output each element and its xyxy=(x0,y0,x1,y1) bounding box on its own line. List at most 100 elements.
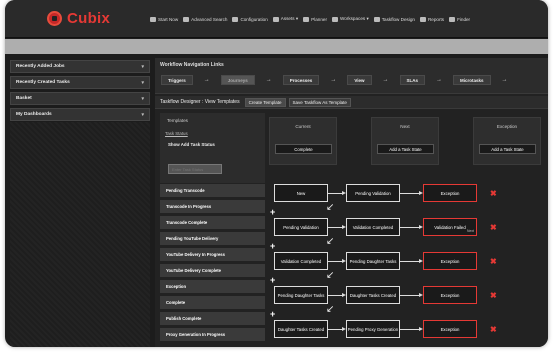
step-view[interactable]: View xyxy=(347,75,372,85)
workflow-links-title: Workflow Navigation Links xyxy=(160,62,224,68)
nav-finder[interactable]: Finder xyxy=(449,16,470,22)
list-item[interactable]: Exception xyxy=(160,280,265,295)
list-item[interactable]: Complete xyxy=(160,296,265,311)
flow-node-next[interactable]: Pending Validation xyxy=(346,184,400,202)
list-item[interactable]: Proxy Generation In Progress xyxy=(160,328,265,343)
list-item[interactable]: Pending Transcode xyxy=(160,184,265,199)
cubix-logo-icon xyxy=(47,11,62,26)
nav-advanced-search[interactable]: Advanced Search xyxy=(183,16,227,22)
arrow-right-icon: → xyxy=(265,77,272,83)
flow-node-exception[interactable]: Validation Failed Next xyxy=(423,218,477,236)
flow-canvas: New Pending Validation Exception ✖ + ↙ P… xyxy=(270,184,548,347)
flow-node-exception[interactable]: Exception xyxy=(423,184,477,202)
main-nav: Start Now Advanced Search Configuration … xyxy=(150,16,470,22)
delete-icon[interactable]: ✖ xyxy=(490,292,497,300)
flow-node-current[interactable]: Daughter Tasks Created xyxy=(274,320,328,338)
chevron-down-icon: ▾ xyxy=(141,95,144,102)
panel-my-dashboards[interactable]: My Dashboards ▾ xyxy=(10,108,150,121)
list-item[interactable]: Publish Complete xyxy=(160,312,265,327)
current-header: Current xyxy=(295,124,311,129)
diagonal-arrow-icon: ↙ xyxy=(326,236,335,247)
flow-node-current[interactable]: Pending Daughter Tasks xyxy=(274,286,328,304)
show-add-task-status[interactable]: Show Add Task Status xyxy=(160,136,265,147)
nav-taskflow-design[interactable]: Taskflow Design xyxy=(373,16,415,22)
finder-icon xyxy=(449,16,456,22)
arrow-right-icon: → xyxy=(436,77,443,83)
exception-header: Exception xyxy=(496,124,518,129)
add-row-icon[interactable]: + xyxy=(270,310,275,319)
templates-heading: Templates xyxy=(167,118,188,123)
current-column: Current Complete xyxy=(269,117,337,165)
add-next-state-button[interactable]: Add a Task State xyxy=(377,144,434,154)
left-sidebar: Recently Added Jobs ▾ Recently Created Ta… xyxy=(10,60,150,124)
dashboard-icon xyxy=(150,16,156,22)
delete-icon[interactable]: ✖ xyxy=(490,258,497,266)
nav-start-now[interactable]: Start Now xyxy=(150,16,178,22)
nav-configuration[interactable]: Configuration xyxy=(232,16,268,22)
workflow-steps: Triggers → Journeys → Processes → View →… xyxy=(161,75,519,85)
flow-node-exception[interactable]: Exception xyxy=(423,286,477,304)
tab-create-template[interactable]: Create Template xyxy=(244,97,286,107)
flow-node-current[interactable]: Pending Validation xyxy=(274,218,328,236)
flow-node-next[interactable]: Validation Completed xyxy=(346,218,400,236)
add-row-icon[interactable]: + xyxy=(270,276,275,285)
step-microtasks[interactable]: Microtasks xyxy=(453,75,491,85)
task-status-input[interactable] xyxy=(168,164,222,174)
workflow-navigation: Workflow Navigation Links Triggers → Jou… xyxy=(155,58,548,94)
logo[interactable]: Cubix xyxy=(47,10,110,27)
flow-node-next[interactable]: Pending Daughter Tasks xyxy=(346,252,400,270)
planner-icon xyxy=(303,16,310,22)
add-exception-state-button[interactable]: Add a Task State xyxy=(479,144,536,154)
sidebar-background xyxy=(10,122,150,347)
nav-workspaces[interactable]: Workspaces ▾ xyxy=(331,16,369,22)
tab-save-as-template[interactable]: Save Taskflow As Template xyxy=(288,97,351,107)
main-content: Workflow Navigation Links Triggers → Jou… xyxy=(155,58,548,347)
nav-reports[interactable]: Reports xyxy=(419,16,444,22)
delete-icon[interactable]: ✖ xyxy=(490,224,497,232)
nav-assets[interactable]: Assets ▾ xyxy=(272,16,298,22)
panel-recently-added-jobs[interactable]: Recently Added Jobs ▾ xyxy=(10,60,150,73)
list-item[interactable]: YouTube Delivery Complete xyxy=(160,264,265,279)
list-item[interactable]: Transcode Complete xyxy=(160,216,265,231)
next-column: Next Add a Task State xyxy=(371,117,439,165)
add-row-icon[interactable]: + xyxy=(270,208,275,217)
workspaces-icon xyxy=(331,16,338,22)
list-item[interactable]: YouTube Delivery In Progress xyxy=(160,248,265,263)
search-icon xyxy=(183,16,190,22)
step-triggers[interactable]: Triggers xyxy=(161,75,193,85)
next-header: Next xyxy=(400,124,410,129)
taskflow-icon xyxy=(373,16,380,22)
arrow-right-icon: → xyxy=(501,77,508,83)
flow-node-current[interactable]: New xyxy=(274,184,328,202)
flow-node-exception[interactable]: Exception xyxy=(423,252,477,270)
step-slas[interactable]: SLAs xyxy=(399,75,426,85)
flow-node-current[interactable]: Validation Completed xyxy=(274,252,328,270)
wrench-icon xyxy=(232,16,239,22)
delete-icon[interactable]: ✖ xyxy=(490,326,497,334)
panel-recently-created-tasks[interactable]: Recently Created Tasks ▾ xyxy=(10,76,150,89)
list-item[interactable]: Pending YouTube Delivery xyxy=(160,232,265,247)
current-complete-button[interactable]: Complete xyxy=(275,144,332,154)
designer-tabs: Taskflow Designer : View Templates Creat… xyxy=(155,96,548,109)
add-row-icon[interactable]: + xyxy=(270,242,275,251)
toolbar-strip xyxy=(5,39,548,54)
arrow-right-icon: → xyxy=(330,77,337,83)
designer-title: Taskflow Designer : View Templates xyxy=(160,99,240,105)
task-status-list: Pending Transcode Transcode In Progress … xyxy=(160,184,265,344)
panel-basket[interactable]: Basket ▾ xyxy=(10,92,150,105)
chevron-down-icon: ▾ xyxy=(141,79,144,86)
flow-node-next[interactable]: Daughter Tasks Created xyxy=(346,286,400,304)
delete-icon[interactable]: ✖ xyxy=(490,190,497,198)
step-processes[interactable]: Processes xyxy=(282,75,320,85)
flow-node-exception[interactable]: Exception xyxy=(423,320,477,338)
task-status-link[interactable]: Task Status xyxy=(160,123,265,136)
list-item[interactable]: Transcode In Progress xyxy=(160,200,265,215)
app-name: Cubix xyxy=(67,10,111,27)
connector-line xyxy=(400,261,420,262)
chevron-down-icon: ▾ xyxy=(141,111,144,118)
arrow-right-icon: → xyxy=(382,77,389,83)
exception-column: Exception Add a Task State xyxy=(473,117,541,165)
nav-planner[interactable]: Planner xyxy=(303,16,327,22)
step-journeys[interactable]: Journeys xyxy=(220,75,255,85)
flow-node-next[interactable]: Pending Proxy Generation xyxy=(346,320,400,338)
